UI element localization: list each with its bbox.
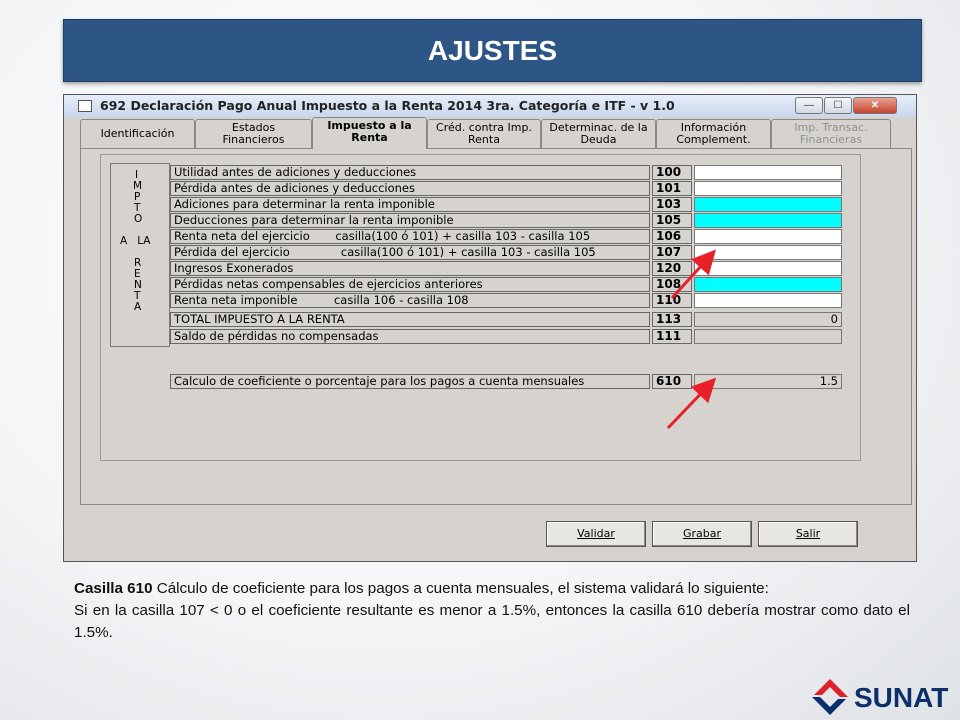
explanation-text: Casilla 610 Cálculo de coeficiente para …: [74, 578, 910, 644]
tab-identificacion[interactable]: Identificación: [80, 119, 195, 148]
caption-line2: Si en la casilla 107 < 0 o el coeficient…: [74, 602, 910, 641]
casilla-103-field[interactable]: [694, 197, 842, 212]
row-code: 100: [652, 165, 692, 180]
row-label: Pérdida del ejercicio casilla(100 ó 101)…: [170, 245, 650, 260]
casilla-610-field: 1.5: [694, 374, 842, 389]
casilla-120-field[interactable]: [694, 261, 842, 276]
row-label: Saldo de pérdidas no compensadas: [170, 329, 650, 344]
row-label: Ingresos Exonerados: [170, 261, 650, 276]
tab-label: Identificación: [100, 127, 175, 140]
sunat-logo: SUNAT: [808, 676, 958, 718]
side-letter: O: [134, 213, 143, 225]
casilla-105-field[interactable]: [694, 213, 842, 228]
tab-informacion-complement[interactable]: Información Complement.: [656, 119, 771, 148]
casilla-107-field[interactable]: [694, 245, 842, 260]
casilla-106-field[interactable]: [694, 229, 842, 244]
tab-label: Financieros: [222, 133, 285, 146]
tab-impuesto-renta[interactable]: Impuesto a la Renta: [312, 117, 427, 149]
window-titlebar[interactable]: 692 Declaración Pago Anual Impuesto a la…: [64, 95, 916, 117]
slide-title-banner: AJUSTES: [63, 19, 922, 82]
row-code: 103: [652, 197, 692, 212]
tab-label: Complement.: [676, 133, 751, 146]
salir-button[interactable]: Salir: [758, 521, 858, 547]
tab-label: Renta: [468, 133, 500, 146]
row-code: 120: [652, 261, 692, 276]
tab-determinac-deuda[interactable]: Determinac. de la Deuda: [541, 119, 656, 148]
row-code: 108: [652, 277, 692, 292]
row-label: Adiciones para determinar la renta impon…: [170, 197, 650, 212]
tab-label: Renta: [351, 131, 388, 144]
row-code: 101: [652, 181, 692, 196]
tab-imp-transac-financieras: Imp. Transac. Financieras: [771, 119, 891, 148]
row-label: TOTAL IMPUESTO A LA RENTA: [170, 312, 650, 327]
row-label: Utilidad antes de adiciones y deduccione…: [170, 165, 650, 180]
caption-bold: Casilla 610: [74, 580, 153, 597]
casilla-100-field[interactable]: [694, 165, 842, 180]
side-letter: A LA: [120, 235, 151, 247]
row-label: Deducciones para determinar la renta imp…: [170, 213, 650, 228]
row-label: Renta neta imponible casilla 106 - casil…: [170, 293, 650, 308]
window-title: 692 Declaración Pago Anual Impuesto a la…: [100, 98, 675, 113]
minimize-button[interactable]: —: [795, 97, 823, 114]
row-code: 111: [652, 329, 692, 344]
row-code: 107: [652, 245, 692, 260]
row-code: 610: [652, 374, 692, 389]
row-code: 110: [652, 293, 692, 308]
row-label: Calculo de coeficiente o porcentaje para…: [170, 374, 650, 389]
casilla-110-field[interactable]: [694, 293, 842, 308]
casilla-113-field: 0: [694, 312, 842, 327]
sunat-logo-text: SUNAT: [854, 682, 949, 713]
row-label: Renta neta del ejercicio casilla(100 ó 1…: [170, 229, 650, 244]
row-label: Pérdida antes de adiciones y deducciones: [170, 181, 650, 196]
casilla-101-field[interactable]: [694, 181, 842, 196]
row-code: 113: [652, 312, 692, 327]
validar-button[interactable]: Validar: [546, 521, 646, 547]
slide-title: AJUSTES: [427, 34, 558, 66]
grabar-button[interactable]: Grabar: [652, 521, 752, 547]
caption-line1: Cálculo de coeficiente para los pagos a …: [152, 580, 769, 597]
app-icon: [78, 100, 92, 112]
casilla-111-field: [694, 329, 842, 344]
sunat-logo-icon: [812, 679, 848, 715]
tab-label: Deuda: [580, 133, 617, 146]
tab-estados-financieros[interactable]: Estados Financieros: [195, 119, 312, 148]
tab-label: Financieras: [799, 133, 863, 146]
close-button[interactable]: ✕: [853, 97, 897, 114]
row-code: 106: [652, 229, 692, 244]
maximize-button[interactable]: ☐: [824, 97, 852, 114]
row-code: 105: [652, 213, 692, 228]
row-label: Pérdidas netas compensables de ejercicio…: [170, 277, 650, 292]
side-letter: A: [134, 301, 142, 313]
casilla-108-field[interactable]: [694, 277, 842, 292]
tab-cred-contra-imp[interactable]: Créd. contra Imp. Renta: [427, 119, 541, 148]
app-window: 692 Declaración Pago Anual Impuesto a la…: [63, 94, 917, 562]
